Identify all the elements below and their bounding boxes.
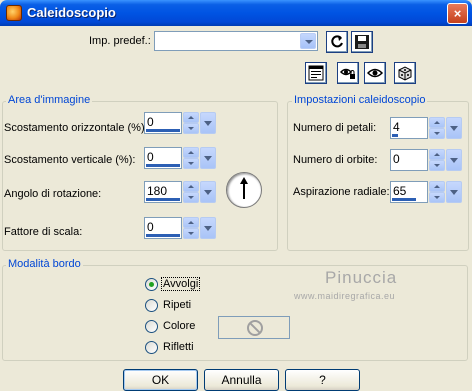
proof-button[interactable] bbox=[364, 62, 386, 84]
scale-factor-label: Fattore di scala: bbox=[4, 226, 83, 238]
increment-button[interactable] bbox=[429, 149, 445, 160]
scale-factor-field[interactable]: 0 bbox=[144, 217, 182, 239]
vertical-offset-label: Scostamento verticale (%): bbox=[4, 154, 136, 166]
not-allowed-icon bbox=[247, 320, 263, 336]
scale-factor-spinner[interactable]: 0 bbox=[144, 217, 216, 239]
chevron-down-icon[interactable] bbox=[200, 181, 216, 203]
petals-label: Numero di petali: bbox=[293, 122, 377, 134]
increment-button[interactable] bbox=[429, 181, 445, 192]
orbits-label: Numero di orbite: bbox=[293, 154, 378, 166]
chevron-down-icon[interactable] bbox=[446, 149, 462, 171]
chevron-down-icon[interactable] bbox=[446, 181, 462, 203]
eye-lock-icon bbox=[340, 68, 355, 79]
reset-preset-button[interactable] bbox=[326, 31, 348, 53]
radial-suction-field[interactable]: 65 bbox=[390, 181, 428, 203]
increment-button[interactable] bbox=[183, 181, 199, 192]
chevron-down-icon[interactable] bbox=[200, 147, 216, 169]
radio-wrap[interactable] bbox=[145, 278, 158, 291]
rotation-angle-label: Angolo di rotazione: bbox=[4, 188, 102, 200]
horizontal-offset-label: Scostamento orizzontale (%): bbox=[4, 122, 148, 134]
radio-reflect[interactable] bbox=[145, 341, 158, 354]
increment-button[interactable] bbox=[429, 117, 445, 128]
orbits-field[interactable]: 0 bbox=[390, 149, 428, 171]
increment-button[interactable] bbox=[183, 112, 199, 123]
decrement-button[interactable] bbox=[183, 192, 199, 203]
decrement-button[interactable] bbox=[429, 128, 445, 139]
chevron-down-icon[interactable] bbox=[446, 117, 462, 139]
edge-mode-group bbox=[2, 265, 468, 361]
proof-lock-button[interactable] bbox=[337, 62, 359, 84]
radio-color[interactable] bbox=[145, 320, 158, 333]
increment-button[interactable] bbox=[183, 147, 199, 158]
chevron-down-icon[interactable] bbox=[200, 217, 216, 239]
preset-label: Imp. predef.: bbox=[89, 35, 151, 47]
image-area-title: Area d'immagine bbox=[6, 94, 93, 106]
horizontal-offset-spinner[interactable]: 0 bbox=[144, 112, 216, 134]
window-title: Caleidoscopio bbox=[27, 5, 116, 20]
decrement-button[interactable] bbox=[183, 158, 199, 169]
reset-arrow-icon bbox=[331, 35, 343, 48]
eye-icon bbox=[367, 68, 383, 78]
chevron-down-icon[interactable] bbox=[200, 112, 216, 134]
ok-button[interactable]: OK bbox=[123, 369, 198, 391]
rotation-angle-field[interactable]: 180 bbox=[144, 181, 182, 203]
color-swatch[interactable] bbox=[218, 316, 290, 339]
option-repeat-label[interactable]: Ripeti bbox=[163, 299, 191, 311]
rotation-dial[interactable] bbox=[226, 172, 262, 208]
edge-mode-title: Modalità bordo bbox=[6, 258, 83, 270]
dice-icon bbox=[398, 66, 412, 81]
radio-repeat[interactable] bbox=[145, 299, 158, 312]
increment-button[interactable] bbox=[183, 217, 199, 228]
title-bar[interactable]: Caleidoscopio × bbox=[0, 0, 472, 26]
rotation-angle-spinner[interactable]: 180 bbox=[144, 181, 216, 203]
radial-suction-spinner[interactable]: 65 bbox=[390, 181, 462, 203]
vertical-offset-spinner[interactable]: 0 bbox=[144, 147, 216, 169]
options-button[interactable] bbox=[305, 62, 327, 84]
cancel-button[interactable]: Annulla bbox=[204, 369, 279, 391]
watermark-name: Pinuccia bbox=[325, 268, 398, 287]
vertical-offset-field[interactable]: 0 bbox=[144, 147, 182, 169]
decrement-button[interactable] bbox=[429, 160, 445, 171]
petals-field[interactable]: 4 bbox=[390, 117, 428, 139]
save-preset-button[interactable] bbox=[351, 31, 373, 53]
app-icon bbox=[6, 5, 22, 21]
kaleidoscope-settings-title: Impostazioni caleidoscopio bbox=[292, 94, 428, 106]
close-button[interactable]: × bbox=[447, 3, 468, 24]
decrement-button[interactable] bbox=[183, 123, 199, 134]
option-wrap-label[interactable]: Avvolgi bbox=[160, 277, 201, 291]
list-window-icon bbox=[308, 65, 324, 81]
option-color-label[interactable]: Colore bbox=[163, 320, 195, 332]
horizontal-offset-field[interactable]: 0 bbox=[144, 112, 182, 134]
petals-spinner[interactable]: 4 bbox=[390, 117, 462, 139]
orbits-spinner[interactable]: 0 bbox=[390, 149, 462, 171]
radial-suction-label: Aspirazione radiale: bbox=[293, 186, 390, 198]
preset-dropdown[interactable] bbox=[154, 31, 318, 51]
watermark-site: www.maidiregrafica.eu bbox=[294, 291, 396, 301]
chevron-down-icon[interactable] bbox=[300, 33, 316, 49]
floppy-disk-icon bbox=[355, 35, 369, 49]
randomize-button[interactable] bbox=[394, 62, 416, 84]
help-button[interactable]: ? bbox=[285, 369, 360, 391]
decrement-button[interactable] bbox=[183, 228, 199, 239]
decrement-button[interactable] bbox=[429, 192, 445, 203]
option-reflect-label[interactable]: Rifletti bbox=[163, 341, 194, 353]
